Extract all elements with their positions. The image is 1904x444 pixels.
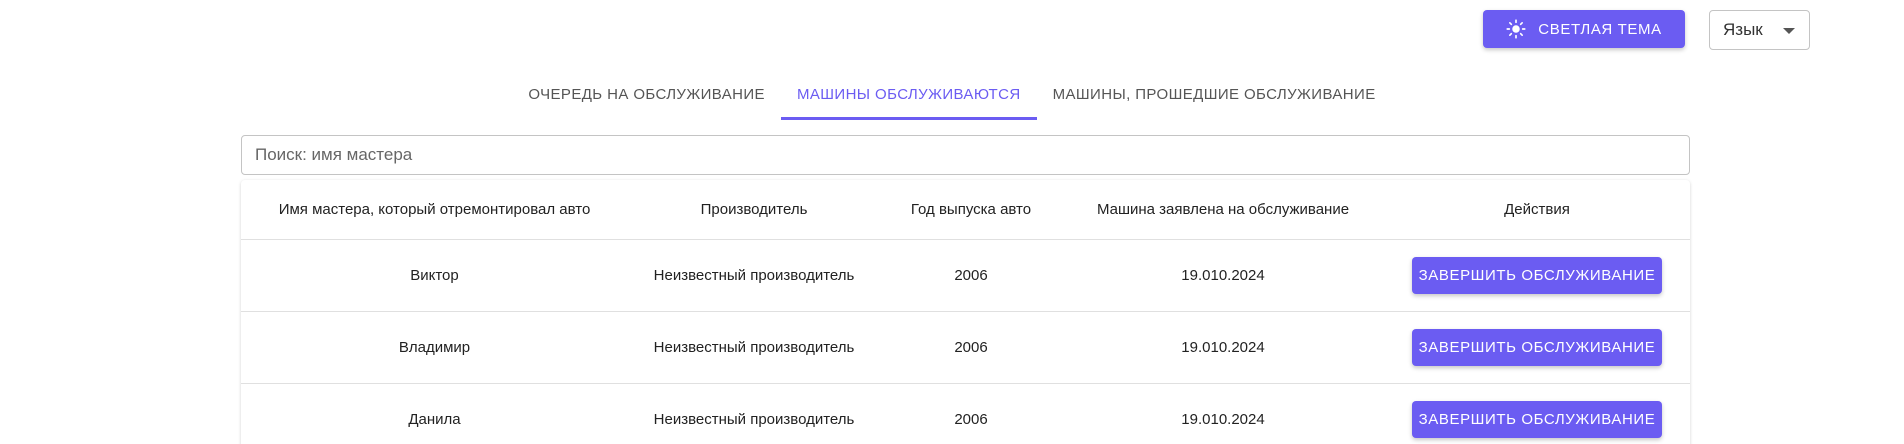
cell-date: 19.010.2024 xyxy=(1062,239,1384,312)
column-header-manufacturer: Производитель xyxy=(628,180,880,240)
page: Светлая тема Язык Очередь на обслуживани… xyxy=(0,0,1904,444)
column-header-master: Имя мастера, который отремонтировал авто xyxy=(241,180,628,240)
tab-serviced[interactable]: Машины, прошедшие обслуживание xyxy=(1037,74,1392,120)
cell-year: 2006 xyxy=(880,383,1062,444)
theme-toggle-button[interactable]: Светлая тема xyxy=(1483,10,1685,48)
search-input[interactable] xyxy=(241,135,1690,175)
column-header-actions: Действия xyxy=(1384,180,1690,240)
column-header-date: Машина заявлена на обслуживание xyxy=(1062,180,1384,240)
cell-master: Владимир xyxy=(241,311,628,384)
sun-icon xyxy=(1506,19,1526,39)
theme-toggle-label: Светлая тема xyxy=(1538,20,1662,38)
cars-table: Имя мастера, который отремонтировал авто… xyxy=(241,180,1690,444)
cell-date: 19.010.2024 xyxy=(1062,311,1384,384)
caret-down-icon xyxy=(1783,28,1795,34)
cell-manufacturer: Неизвестный производитель xyxy=(628,239,880,312)
tab-service-queue[interactable]: Очередь на обслуживание xyxy=(512,74,781,120)
finish-service-button[interactable]: Завершить обслуживание xyxy=(1412,329,1662,366)
table-row: Владимир Неизвестный производитель 2006 … xyxy=(241,311,1690,384)
finish-service-button[interactable]: Завершить обслуживание xyxy=(1412,257,1662,294)
cell-master: Данила xyxy=(241,383,628,444)
cell-manufacturer: Неизвестный производитель xyxy=(628,383,880,444)
table-row: Данила Неизвестный производитель 2006 19… xyxy=(241,383,1690,444)
cell-date: 19.010.2024 xyxy=(1062,383,1384,444)
cars-table-card: Имя мастера, который отремонтировал авто… xyxy=(241,180,1690,444)
tab-bar: Очередь на обслуживание Машины обслужива… xyxy=(0,74,1904,120)
language-select[interactable]: Язык xyxy=(1709,10,1810,50)
finish-service-button[interactable]: Завершить обслуживание xyxy=(1412,401,1662,438)
cell-master: Виктор xyxy=(241,239,628,312)
table-header-row: Имя мастера, который отремонтировал авто… xyxy=(241,180,1690,240)
table-row: Виктор Неизвестный производитель 2006 19… xyxy=(241,239,1690,312)
cell-actions: Завершить обслуживание xyxy=(1384,239,1690,312)
cell-year: 2006 xyxy=(880,239,1062,312)
cell-year: 2006 xyxy=(880,311,1062,384)
column-header-year: Год выпуска авто xyxy=(880,180,1062,240)
cell-actions: Завершить обслуживание xyxy=(1384,383,1690,444)
cell-actions: Завершить обслуживание xyxy=(1384,311,1690,384)
cell-manufacturer: Неизвестный производитель xyxy=(628,311,880,384)
language-select-value: Язык xyxy=(1723,20,1763,39)
tab-in-service[interactable]: Машины обслуживаются xyxy=(780,74,1037,120)
